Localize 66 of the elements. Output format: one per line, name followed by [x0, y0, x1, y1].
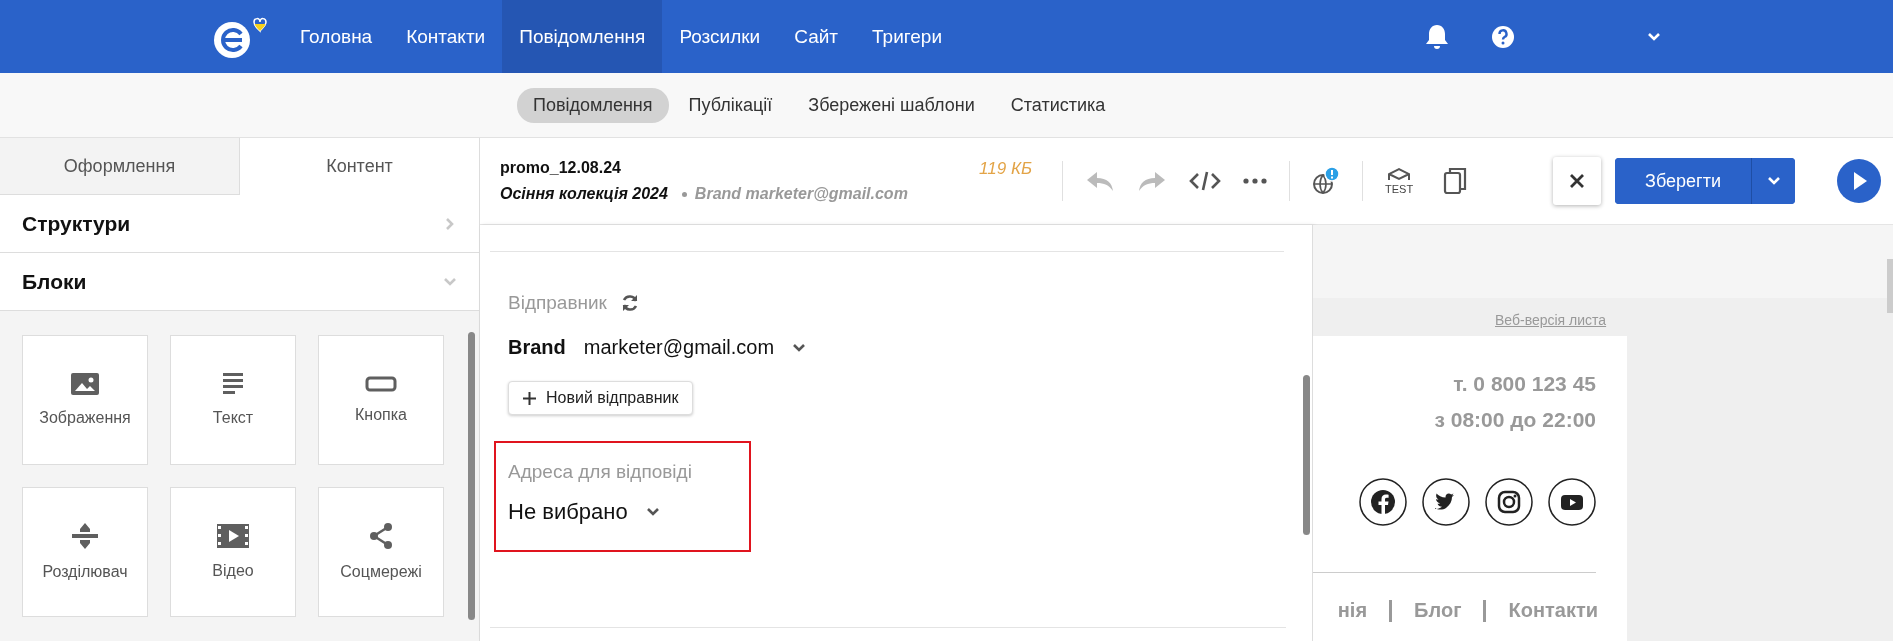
block-label: Відео — [212, 562, 254, 580]
scrollbar-thumb[interactable] — [1887, 259, 1893, 313]
block-label: Розділювач — [42, 563, 128, 581]
bell-icon[interactable] — [1425, 23, 1449, 50]
section-title: Блоки — [22, 269, 87, 294]
refresh-icon[interactable] — [620, 294, 639, 312]
message-name: promo_12.08.24 — [500, 159, 621, 177]
bullet-icon — [681, 191, 687, 197]
sidebar-tab[interactable]: Оформлення — [0, 138, 240, 195]
plus-icon — [523, 391, 536, 405]
sub-nav-tab[interactable]: Статистика — [994, 87, 1122, 123]
phone-text: т. 0 800 123 45 — [1453, 372, 1596, 396]
play-icon[interactable] — [1837, 159, 1881, 203]
nav-item[interactable]: Розсилки — [662, 0, 778, 73]
block-label: Соцмережі — [340, 563, 422, 581]
account-menu-chevron-icon[interactable] — [1647, 31, 1661, 42]
instagram-icon[interactable] — [1485, 478, 1533, 526]
nav-item[interactable]: Контакти — [389, 0, 503, 73]
section-header[interactable]: Структури — [0, 195, 479, 253]
close-button[interactable] — [1553, 157, 1602, 205]
block-tile[interactable]: Розділювач — [22, 487, 148, 617]
sender-select[interactable]: Brand marketer@gmail.com — [508, 336, 1312, 359]
nav-item[interactable]: Сайт — [777, 0, 856, 73]
message-size: 119 КБ — [979, 159, 1032, 179]
block-label: Текст — [212, 409, 254, 427]
youtube-icon[interactable] — [1548, 478, 1596, 526]
sender-label: Відправник — [508, 292, 607, 314]
block-tile[interactable]: Соцмережі — [318, 487, 444, 617]
sub-nav-tab[interactable]: Повідомлення — [517, 87, 669, 123]
block-label: Кнопка — [355, 406, 407, 424]
close-icon — [1569, 173, 1586, 189]
chevron-down-icon[interactable] — [645, 507, 660, 517]
nav-item[interactable]: Повідомлення — [502, 0, 663, 73]
message-sender: Brand marketer@gmail.com — [694, 185, 908, 203]
image-icon — [71, 373, 99, 395]
scrollbar-thumb[interactable] — [1303, 375, 1310, 535]
scrollbar-thumb[interactable] — [468, 332, 475, 620]
block-tile[interactable]: Зображення — [22, 335, 148, 465]
share-icon — [369, 523, 393, 549]
video-icon — [217, 524, 249, 548]
block-tile[interactable]: Кнопка — [318, 335, 444, 465]
hours-text: з 08:00 до 22:00 — [1434, 408, 1596, 432]
block-tile[interactable]: Текст — [170, 335, 296, 465]
button-icon — [365, 376, 397, 392]
section-title: Структури — [22, 211, 131, 236]
block-label: Зображення — [39, 409, 131, 427]
sub-nav-tab[interactable]: Публікації — [672, 87, 789, 123]
more-icon[interactable] — [1243, 178, 1267, 184]
sub-nav-tab[interactable]: Збережені шаблони — [792, 87, 991, 123]
new-sender-button[interactable]: Новий відправник — [508, 381, 694, 415]
reply-to-label: Адреса для відповіді — [508, 461, 693, 483]
message-subject: Осіння колекція 2024 — [500, 185, 668, 203]
twitter-icon[interactable] — [1422, 478, 1470, 526]
help-icon[interactable] — [1491, 24, 1515, 49]
globe-alert-icon[interactable] — [1312, 166, 1340, 196]
nav-item[interactable]: Головна — [283, 0, 390, 73]
text-lines-icon — [223, 373, 243, 395]
copy-icon[interactable] — [1443, 167, 1468, 195]
chevron-down-icon[interactable] — [792, 342, 807, 353]
save-options-button[interactable] — [1751, 158, 1795, 204]
block-tile[interactable]: Відео — [170, 487, 296, 617]
nav-item[interactable]: Тригери — [855, 0, 960, 73]
reply-to-select[interactable]: Не вибрано — [508, 499, 737, 525]
divider-icon — [72, 523, 98, 549]
facebook-icon[interactable] — [1359, 478, 1407, 526]
code-icon[interactable] — [1189, 170, 1221, 192]
